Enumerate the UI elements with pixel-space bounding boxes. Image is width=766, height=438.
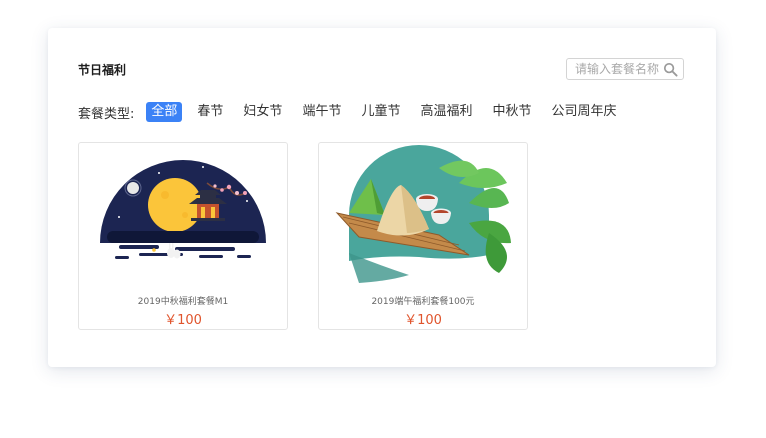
- tag-childrens-day[interactable]: 儿童节: [356, 102, 405, 122]
- search-box[interactable]: [566, 58, 684, 80]
- tag-dragon-boat[interactable]: 端午节: [297, 102, 346, 122]
- tag-company-anniversary[interactable]: 公司周年庆: [547, 102, 622, 122]
- search-input[interactable]: [575, 61, 661, 77]
- tag-all[interactable]: 全部: [146, 102, 183, 122]
- tag-womens-day[interactable]: 妇女节: [238, 102, 287, 122]
- mid-autumn-moon-pavilion-icon: [100, 160, 266, 259]
- product-card[interactable]: 2019端午福利套餐100元 ￥100: [318, 142, 528, 330]
- festival-benefits-panel: 节日福利 套餐类型: 全部 春节 妇女节 端午节 儿童节 高温福利 中秋节 公司…: [48, 28, 716, 367]
- product-name: 2019端午福利套餐100元: [371, 297, 475, 307]
- dragon-boat-zongzi-tea-icon: [335, 145, 511, 283]
- package-type-filter: 套餐类型: 全部 春节 妇女节 端午节 儿童节 高温福利 中秋节 公司周年庆: [78, 102, 632, 122]
- product-name: 2019中秋福利套餐M1: [137, 297, 229, 307]
- product-price: ￥100: [404, 313, 442, 328]
- search-icon[interactable]: [663, 62, 678, 77]
- tag-summer-heat-benefit[interactable]: 高温福利: [415, 102, 477, 122]
- package-type-label: 套餐类型:: [78, 106, 135, 122]
- product-price: ￥100: [164, 313, 202, 328]
- product-card[interactable]: 2019中秋福利套餐M1 ￥100: [78, 142, 288, 330]
- panel-title: 节日福利: [78, 63, 127, 77]
- tag-mid-autumn[interactable]: 中秋节: [487, 102, 536, 122]
- tag-spring-festival[interactable]: 春节: [192, 102, 228, 122]
